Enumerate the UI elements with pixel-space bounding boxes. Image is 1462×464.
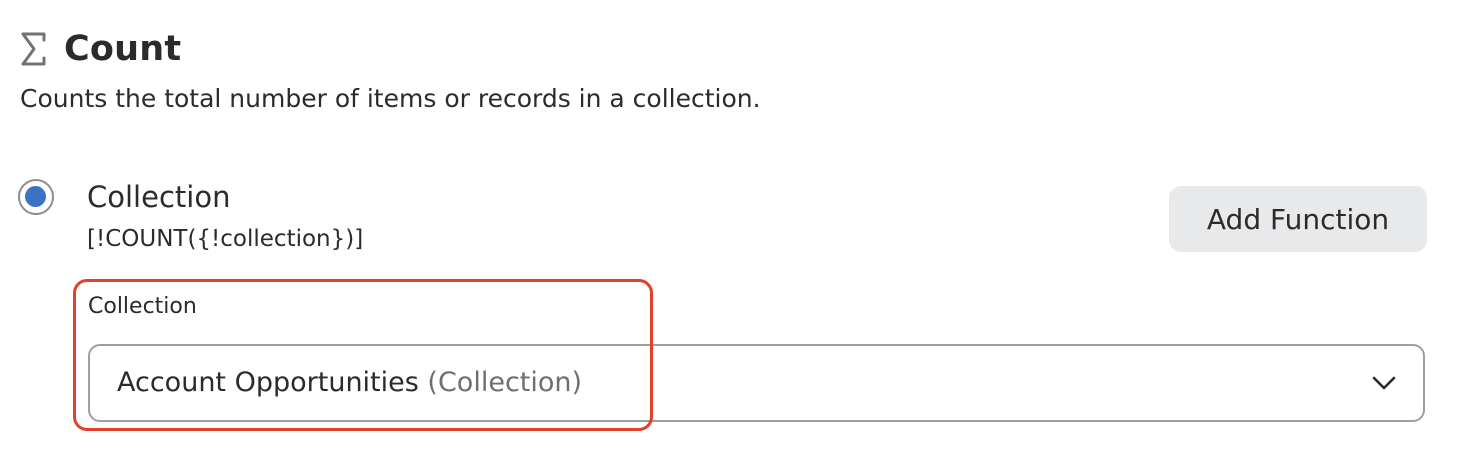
sigma-icon bbox=[21, 32, 46, 66]
function-title: Count bbox=[64, 29, 182, 69]
chevron-down-icon[interactable] bbox=[1371, 373, 1397, 393]
radio-selected-indicator bbox=[25, 186, 46, 207]
function-header: Count bbox=[20, 24, 181, 74]
collection-select[interactable]: Account Opportunities (Collection) bbox=[88, 344, 1425, 422]
collection-radio-button[interactable] bbox=[18, 179, 54, 215]
selected-collection-name: Account Opportunities bbox=[117, 367, 419, 398]
selected-collection-type: (Collection) bbox=[427, 367, 583, 398]
collection-field-label: Collection bbox=[88, 294, 197, 319]
option-formula: [!COUNT({!collection})] bbox=[87, 226, 364, 252]
collection-select-value: Account Opportunities (Collection) bbox=[117, 367, 582, 398]
add-function-button[interactable]: Add Function bbox=[1169, 186, 1427, 252]
option-label: Collection bbox=[87, 180, 231, 214]
function-description: Counts the total number of items or reco… bbox=[20, 84, 761, 113]
